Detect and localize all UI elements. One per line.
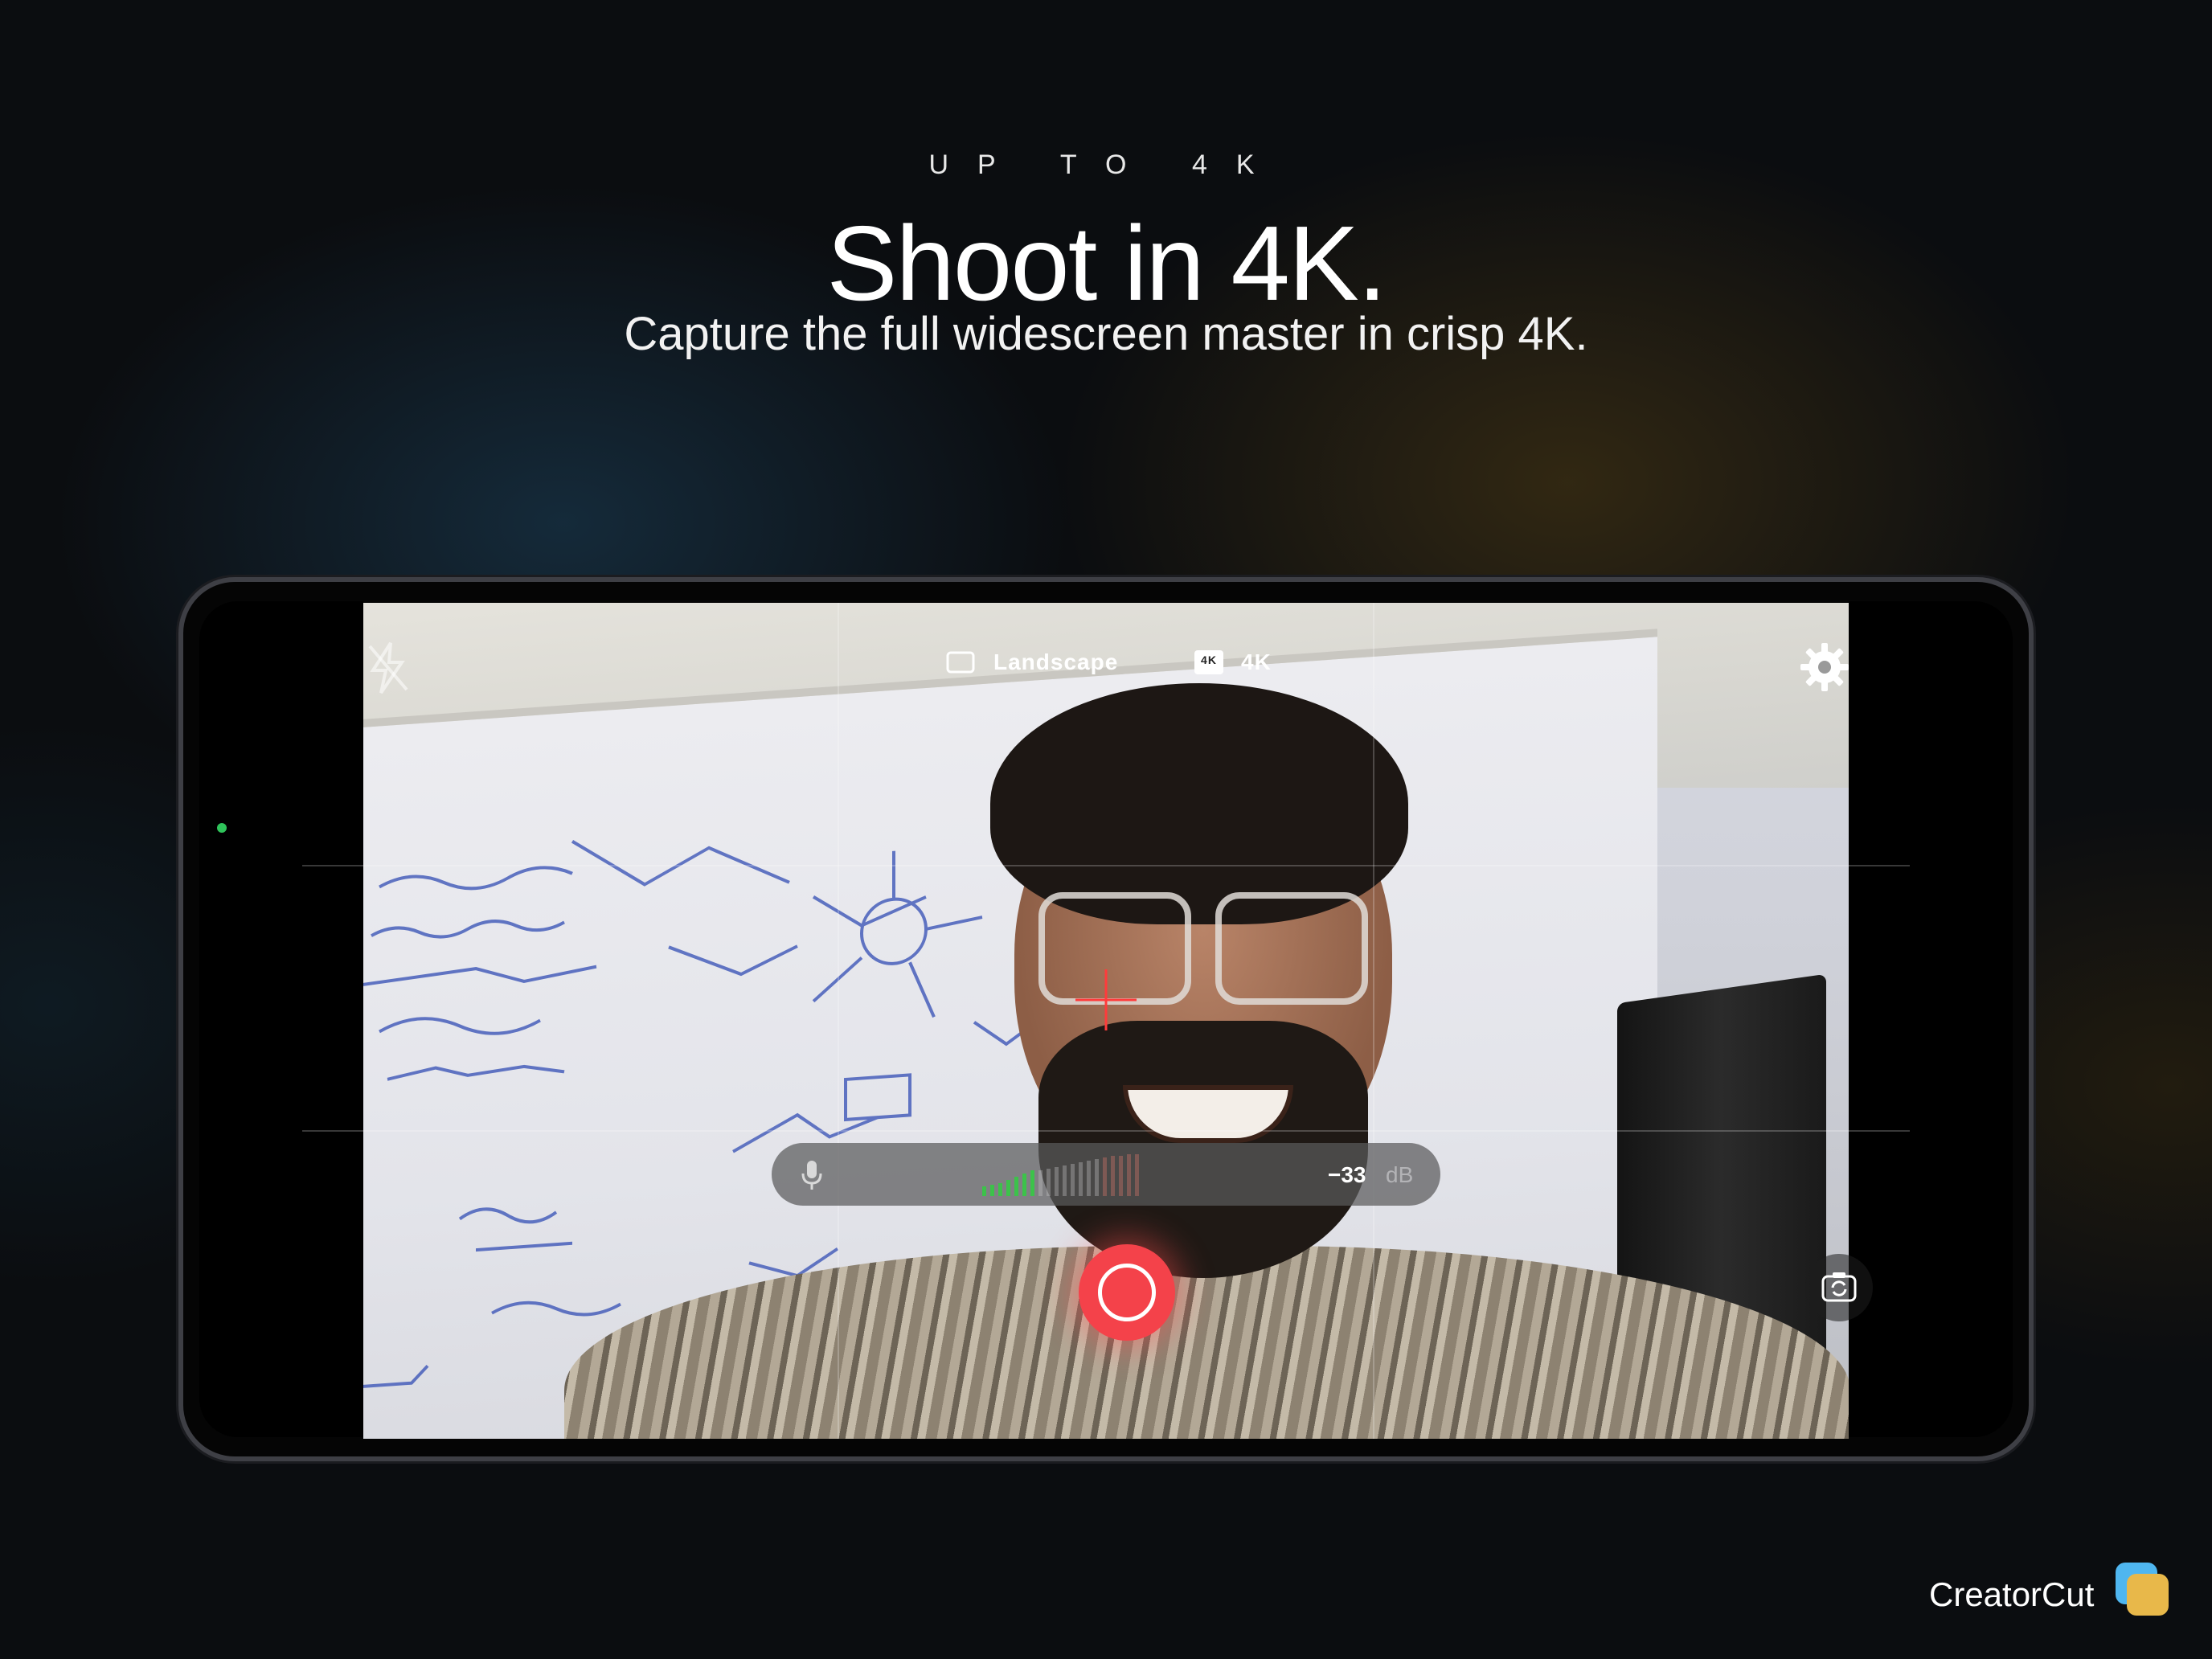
flash-off-icon[interactable] [363, 640, 412, 696]
subject-glasses-right [1215, 892, 1368, 1005]
microphone-icon[interactable] [801, 1159, 823, 1191]
audio-level-value: −33 [1328, 1162, 1366, 1187]
audio-level-meter: −33 dB [772, 1143, 1440, 1206]
gear-icon[interactable] [1799, 641, 1850, 693]
eyebrow-text: UP TO 4K [928, 150, 1284, 180]
creatorcut-logo-icon [2116, 1563, 2169, 1616]
4k-badge-icon: 4K [1194, 650, 1223, 674]
page-title: Shoot in 4K. [826, 204, 1387, 322]
flip-camera-button[interactable] [1805, 1254, 1873, 1321]
orientation-label: Landscape [993, 649, 1119, 674]
resolution-toggle[interactable]: 4K 4K [1194, 649, 1272, 675]
grid-line-horizontal-1 [302, 865, 1910, 866]
brand-name: CreatorCut [1929, 1575, 2095, 1613]
flip-camera-icon [1821, 1272, 1857, 1302]
record-button[interactable] [1079, 1244, 1175, 1341]
focus-crosshair-icon [1075, 969, 1137, 1030]
screen-left-bezel [199, 601, 363, 1437]
resolution-badge: 4K [1201, 653, 1217, 666]
screen-right-bezel [1849, 601, 2013, 1437]
record-icon [1098, 1264, 1156, 1321]
page-subtitle: Capture the full widescreen master in cr… [624, 308, 1588, 360]
audio-level-bars [982, 1154, 1139, 1196]
grid-line-vertical-2 [1373, 603, 1374, 1439]
orientation-toggle[interactable]: Landscape [945, 649, 1118, 675]
grid-line-horizontal-2 [302, 1130, 1910, 1132]
resolution-label: 4K [1241, 649, 1272, 674]
landscape-icon [946, 651, 975, 674]
audio-level-unit: dB [1386, 1162, 1414, 1187]
camera-active-indicator [217, 823, 227, 833]
grid-line-vertical-1 [838, 603, 839, 1439]
subject-hair [990, 683, 1408, 924]
